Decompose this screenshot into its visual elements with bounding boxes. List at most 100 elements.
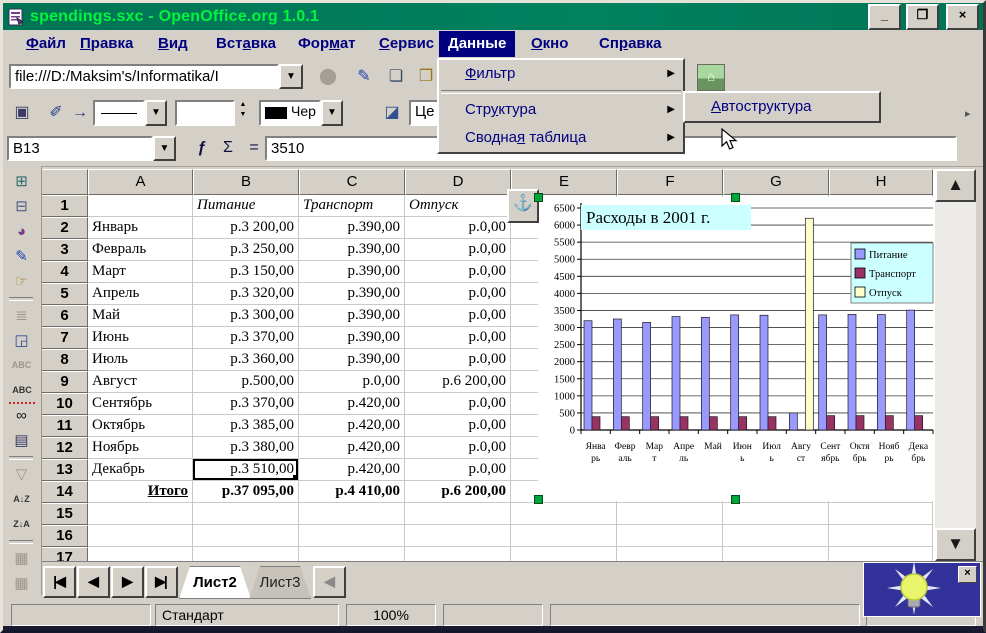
cell-D8[interactable]: р.0,00 bbox=[405, 349, 511, 371]
scroll-down-icon[interactable]: ▼ bbox=[935, 528, 976, 561]
cell-F15[interactable] bbox=[617, 503, 723, 525]
draw-functions-icon[interactable]: ✎ bbox=[3, 246, 40, 268]
row-header-15[interactable]: 15 bbox=[41, 503, 88, 525]
cell-H16[interactable] bbox=[829, 525, 933, 547]
tab-scroll-left-icon[interactable]: ◀ bbox=[313, 566, 346, 598]
column-header-C[interactable]: C bbox=[299, 169, 405, 195]
find-replace-icon[interactable]: ∞ bbox=[3, 405, 40, 427]
cell-C17[interactable] bbox=[299, 547, 405, 561]
status-zoom[interactable]: 100% bbox=[346, 604, 436, 626]
cell-A8[interactable]: Июль bbox=[88, 349, 193, 371]
cell-B9[interactable]: р.500,00 bbox=[193, 371, 299, 393]
help-agent[interactable]: × bbox=[863, 562, 981, 617]
equals-icon[interactable]: = bbox=[241, 135, 267, 161]
menubar-item-1[interactable]: Файл bbox=[17, 31, 75, 57]
cell-D13[interactable]: р.0,00 bbox=[405, 459, 511, 481]
stop-icon[interactable]: ⬤ bbox=[315, 64, 341, 90]
tab-prev-button[interactable]: ◀ bbox=[77, 566, 110, 598]
cell-C2[interactable]: р.390,00 bbox=[299, 217, 405, 239]
select-objects-icon[interactable]: ▣ bbox=[9, 100, 35, 126]
menubar-item-5[interactable]: Формат bbox=[289, 31, 365, 57]
cell-B14[interactable]: р.37 095,00 bbox=[193, 481, 299, 503]
cell-C11[interactable]: р.420,00 bbox=[299, 415, 405, 437]
column-header-D[interactable]: D bbox=[405, 169, 511, 195]
cell-A6[interactable]: Май bbox=[88, 305, 193, 327]
sum-icon[interactable]: Σ bbox=[215, 135, 241, 161]
row-header-1[interactable]: 1 bbox=[41, 195, 88, 217]
menu-item-pivot-table[interactable]: Сводная таблица▶ bbox=[439, 124, 683, 152]
column-header-A[interactable]: A bbox=[88, 169, 193, 195]
cell-B4[interactable]: р.3 150,00 bbox=[193, 261, 299, 283]
cell-B3[interactable]: р.3 250,00 bbox=[193, 239, 299, 261]
cell-E17[interactable] bbox=[511, 547, 617, 561]
url-dropdown-button[interactable]: ▼ bbox=[279, 64, 303, 89]
row-header-14[interactable]: 14 bbox=[41, 481, 88, 503]
cell-A16[interactable] bbox=[88, 525, 193, 547]
scroll-up-icon[interactable]: ▲ bbox=[935, 169, 976, 202]
cell-G17[interactable] bbox=[723, 547, 829, 561]
maximize-button[interactable]: ❒ bbox=[906, 4, 939, 30]
cell-C15[interactable] bbox=[299, 503, 405, 525]
cell-A1[interactable] bbox=[88, 195, 193, 217]
row-header-12[interactable]: 12 bbox=[41, 437, 88, 459]
cell-D12[interactable]: р.0,00 bbox=[405, 437, 511, 459]
row-header-10[interactable]: 10 bbox=[41, 393, 88, 415]
cell-A5[interactable]: Апрель bbox=[88, 283, 193, 305]
insert-cells-icon[interactable]: ⊟ bbox=[3, 196, 40, 218]
cell-E16[interactable] bbox=[511, 525, 617, 547]
cell-F16[interactable] bbox=[617, 525, 723, 547]
vertical-scrollbar[interactable]: ▲ ▼ bbox=[935, 169, 976, 561]
cell-C14[interactable]: р.4 410,00 bbox=[299, 481, 405, 503]
row-header-13[interactable]: 13 bbox=[41, 459, 88, 481]
cell-C12[interactable]: р.420,00 bbox=[299, 437, 405, 459]
row-header-2[interactable]: 2 bbox=[41, 217, 88, 239]
line-style-select[interactable] bbox=[93, 100, 145, 126]
function-wizard-icon[interactable]: ƒ bbox=[189, 135, 215, 161]
menubar-item-6[interactable]: Сервис bbox=[370, 31, 443, 57]
line-color-select[interactable]: Чер bbox=[259, 100, 321, 126]
column-header-H[interactable]: H bbox=[829, 169, 933, 195]
cell-C4[interactable]: р.390,00 bbox=[299, 261, 405, 283]
tab-last-button[interactable]: ▶| bbox=[145, 566, 178, 598]
cell-C16[interactable] bbox=[299, 525, 405, 547]
sort-descending-icon[interactable]: Z↓A bbox=[3, 514, 40, 536]
cell-A13[interactable]: Декабрь bbox=[88, 459, 193, 481]
cell-C1[interactable]: Транспорт bbox=[299, 195, 405, 217]
row-header-4[interactable]: 4 bbox=[41, 261, 88, 283]
line-width-spinner[interactable]: ▲▼ bbox=[235, 100, 251, 126]
edit-file-icon[interactable]: ✎ bbox=[351, 64, 377, 90]
cell-B15[interactable] bbox=[193, 503, 299, 525]
cell-B17[interactable] bbox=[193, 547, 299, 561]
cell-E15[interactable] bbox=[511, 503, 617, 525]
menubar-item-4[interactable]: Вставка bbox=[207, 31, 285, 57]
cell-B6[interactable]: р.3 300,00 bbox=[193, 305, 299, 327]
cell-G16[interactable] bbox=[723, 525, 829, 547]
arrow-style-icon[interactable]: → bbox=[67, 100, 93, 126]
row-header-3[interactable]: 3 bbox=[41, 239, 88, 261]
cell-D15[interactable] bbox=[405, 503, 511, 525]
cell-D6[interactable]: р.0,00 bbox=[405, 305, 511, 327]
menubar-item-9[interactable]: Справка bbox=[590, 31, 671, 57]
row-header-17[interactable]: 17 bbox=[41, 547, 88, 561]
cell-D11[interactable]: р.0,00 bbox=[405, 415, 511, 437]
row-header-6[interactable]: 6 bbox=[41, 305, 88, 327]
cell-A4[interactable]: Март bbox=[88, 261, 193, 283]
cell-D3[interactable]: р.0,00 bbox=[405, 239, 511, 261]
cell-F17[interactable] bbox=[617, 547, 723, 561]
cell-A9[interactable]: Август bbox=[88, 371, 193, 393]
cell-A3[interactable]: Февраль bbox=[88, 239, 193, 261]
insert-icon[interactable]: ⊞ bbox=[3, 171, 40, 193]
cell-A14[interactable]: Итого bbox=[88, 481, 193, 503]
cell-B5[interactable]: р.3 320,00 bbox=[193, 283, 299, 305]
help-agent-close-icon[interactable]: × bbox=[958, 566, 977, 583]
gallery-icon[interactable]: ⌂ bbox=[697, 64, 725, 91]
cell-G15[interactable] bbox=[723, 503, 829, 525]
sheet-tab-лист3[interactable]: Лист3 bbox=[249, 566, 311, 599]
stylist-icon[interactable]: ▤ bbox=[3, 430, 40, 452]
sheet-tab-лист2[interactable]: Лист2 bbox=[179, 566, 251, 599]
name-box-dropdown-button[interactable]: ▼ bbox=[153, 136, 176, 161]
cell-A15[interactable] bbox=[88, 503, 193, 525]
tab-first-button[interactable]: |◀ bbox=[43, 566, 76, 598]
row-header-16[interactable]: 16 bbox=[41, 525, 88, 547]
cell-D16[interactable] bbox=[405, 525, 511, 547]
